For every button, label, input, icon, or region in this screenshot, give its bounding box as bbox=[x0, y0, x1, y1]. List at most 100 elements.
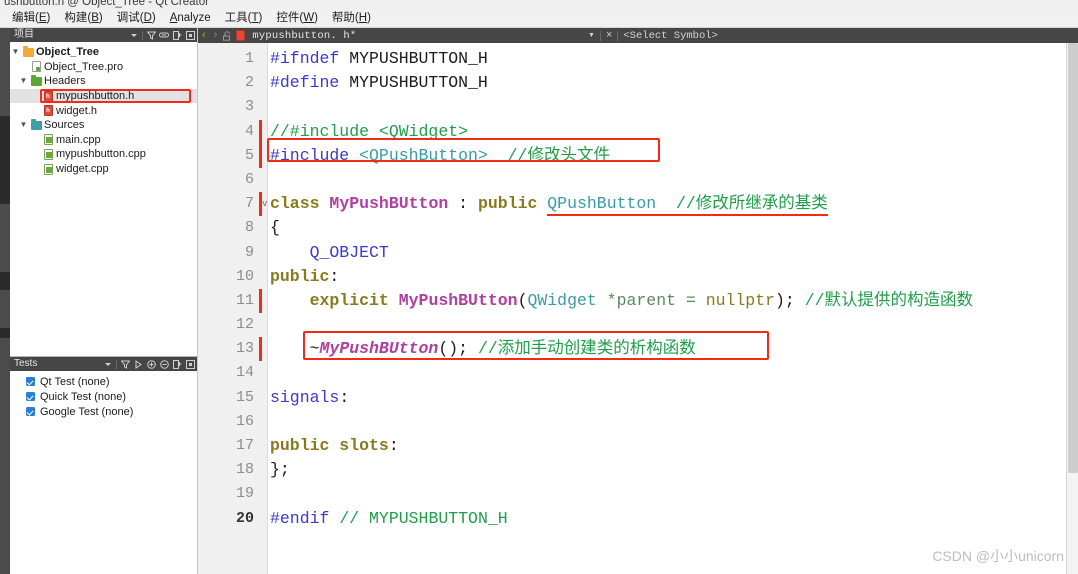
filter-icon[interactable] bbox=[120, 359, 130, 369]
run-tests-icon[interactable] bbox=[133, 359, 143, 369]
code-line-10[interactable]: 10 public: bbox=[198, 265, 1066, 289]
editor-tab-filename[interactable]: mypushbutton. h* bbox=[252, 30, 356, 42]
code-line-11[interactable]: 11 explicit MyPushBUtton(QWidget *parent… bbox=[198, 288, 1066, 314]
line-content: public: bbox=[270, 265, 339, 289]
token-comment: //修改头文件 bbox=[487, 145, 610, 165]
code-line-16[interactable]: 16 bbox=[198, 410, 1066, 434]
menu-item-t[interactable]: 工具(T) bbox=[218, 10, 270, 27]
tree-item-main-cpp[interactable]: main.cpp bbox=[10, 133, 197, 148]
code-line-6[interactable]: 6 bbox=[198, 168, 1066, 192]
close-panel-icon[interactable] bbox=[185, 30, 195, 40]
tree-item-object-tree-pro[interactable]: Object_Tree.pro bbox=[10, 60, 197, 75]
window-title: ushbutton.h @ Object_Tree - Qt Creator bbox=[4, 0, 209, 8]
code-line-2[interactable]: 2 #define MYPUSHBUTTON_H bbox=[198, 71, 1066, 95]
cpp-file-icon bbox=[43, 163, 53, 175]
unlocked-icon[interactable] bbox=[223, 30, 232, 41]
menu-item-w[interactable]: 控件(W) bbox=[269, 10, 325, 27]
line-number: 13 bbox=[235, 340, 254, 358]
expand-all-icon[interactable] bbox=[146, 359, 156, 369]
checkbox[interactable] bbox=[26, 407, 35, 416]
checkbox[interactable] bbox=[26, 377, 35, 386]
menu-item-h[interactable]: 帮助(H) bbox=[325, 10, 378, 27]
line-content: #include <QPushButton> //修改头文件 bbox=[270, 144, 610, 168]
test-item-qt[interactable]: Qt Test (none) bbox=[10, 374, 197, 389]
test-item-google[interactable]: Google Test (none) bbox=[10, 404, 197, 419]
token-keyword: public slots bbox=[270, 436, 389, 455]
line-number: 9 bbox=[244, 243, 254, 261]
editor-area: ‹ › mypushbutton. h* ▼ × <Select Symbol>… bbox=[198, 28, 1078, 574]
tree-item-object-tree[interactable]: ▼ Object_Tree bbox=[10, 45, 197, 60]
menu-item-b[interactable]: 构建(B) bbox=[57, 10, 109, 27]
line-content: Q_OBJECT bbox=[270, 242, 389, 262]
token-base-class: QPushButton bbox=[547, 194, 657, 217]
code-line-19[interactable]: 19 bbox=[198, 482, 1066, 506]
token-keyword: explicit bbox=[270, 290, 399, 310]
title-bar: ushbutton.h @ Object_Tree - Qt Creator bbox=[0, 0, 1078, 10]
menu-item-d[interactable]: 调试(D) bbox=[110, 10, 163, 27]
token-keyword: public bbox=[270, 266, 330, 286]
checkbox[interactable] bbox=[26, 392, 35, 401]
line-number: 12 bbox=[235, 316, 254, 334]
tree-item-sources[interactable]: ▼ Sources bbox=[10, 118, 197, 133]
mode-selector-strip[interactable] bbox=[0, 28, 10, 574]
token-keyword: public bbox=[477, 194, 548, 214]
split-icon[interactable] bbox=[172, 359, 182, 369]
tests-panel: Tests Qt Test (none) Quick Test (none) G… bbox=[10, 356, 198, 574]
code-line-9[interactable]: 9 Q_OBJECT bbox=[198, 241, 1066, 265]
tree-item-icon bbox=[29, 61, 43, 73]
code-line-13[interactable]: 13 ~MyPushBUtton(); //添加手动创建类的析构函数 bbox=[198, 337, 1066, 362]
code-line-5[interactable]: 5 #include <QPushButton> //修改头文件 bbox=[198, 143, 1066, 168]
tests-list[interactable]: Qt Test (none) Quick Test (none) Google Te… bbox=[10, 371, 197, 419]
split-icon[interactable] bbox=[172, 30, 182, 40]
tree-item-mypushbutton-h[interactable]: h mypushbutton.h bbox=[10, 88, 197, 104]
chevron-down-icon[interactable]: ▼ bbox=[18, 121, 29, 129]
chevron-down-icon[interactable]: ▼ bbox=[10, 48, 21, 56]
code-line-4[interactable]: 4 //#include <QWidget> bbox=[198, 119, 1066, 144]
code-line-3[interactable]: 3 bbox=[198, 95, 1066, 119]
menu-item-e[interactable]: 编辑(E) bbox=[5, 10, 57, 27]
dropdown-icon[interactable] bbox=[103, 359, 113, 369]
tests-panel-title: Tests bbox=[14, 358, 38, 369]
scrollbar-thumb[interactable] bbox=[1068, 43, 1078, 473]
line-number: 2 bbox=[244, 74, 254, 92]
line-content: #define MYPUSHBUTTON_H bbox=[270, 71, 488, 95]
collapse-all-icon[interactable] bbox=[159, 359, 169, 369]
close-document-button[interactable]: × bbox=[606, 30, 612, 41]
qt-creator-window: ushbutton.h @ Object_Tree - Qt Creator 编… bbox=[0, 0, 1078, 574]
menu-item-analyze[interactable]: Analyze bbox=[163, 10, 218, 27]
toolbar-separator bbox=[116, 359, 117, 369]
tree-item-headers[interactable]: ▼ Headers bbox=[10, 74, 197, 89]
link-icon[interactable] bbox=[159, 30, 169, 40]
code-editor[interactable]: 1 #ifndef MYPUSHBUTTON_H 2 #define MYPUS… bbox=[198, 43, 1078, 574]
tree-item-widget-cpp[interactable]: widget.cpp bbox=[10, 162, 197, 177]
navigate-forward-button[interactable]: › bbox=[212, 30, 220, 41]
token-punct: ( bbox=[517, 290, 528, 310]
code-line-18[interactable]: 18 }; bbox=[198, 458, 1066, 482]
filter-icon[interactable] bbox=[146, 30, 156, 40]
chevron-down-icon[interactable]: ▼ bbox=[18, 77, 29, 85]
line-number: 7 bbox=[244, 195, 254, 213]
pro-file-icon bbox=[31, 61, 41, 73]
line-content: { bbox=[270, 218, 280, 238]
tree-item-widget-h[interactable]: h widget.h bbox=[10, 103, 197, 118]
line-number: 8 bbox=[244, 219, 254, 237]
code-line-14[interactable]: 14 bbox=[198, 361, 1066, 385]
tree-item-mypushbutton-cpp[interactable]: mypushbutton.cpp bbox=[10, 147, 197, 162]
dropdown-icon[interactable] bbox=[129, 30, 139, 40]
code-line-15[interactable]: 15 signals: bbox=[198, 386, 1066, 410]
test-item-quick[interactable]: Quick Test (none) bbox=[10, 389, 197, 404]
folder-orange-icon bbox=[22, 45, 34, 57]
symbol-selector[interactable]: <Select Symbol> bbox=[623, 30, 718, 42]
code-line-12[interactable]: 12 bbox=[198, 313, 1066, 337]
code-line-1[interactable]: 1 #ifndef MYPUSHBUTTON_H bbox=[198, 47, 1066, 71]
code-line-17[interactable]: 17 public slots: bbox=[198, 434, 1066, 458]
code-line-8[interactable]: 8 { bbox=[198, 216, 1066, 240]
chevron-down-icon[interactable]: ▼ bbox=[588, 32, 595, 39]
editor-vertical-scrollbar[interactable] bbox=[1066, 43, 1078, 574]
tree-item-icon bbox=[29, 118, 43, 130]
close-panel-icon[interactable] bbox=[185, 359, 195, 369]
code-line-7[interactable]: 7 v class MyPushBUtton : public QPushBut… bbox=[198, 192, 1066, 217]
project-tree[interactable]: ▼ Object_Tree Object_Tree.pro ▼ Headers h mypu… bbox=[10, 42, 197, 176]
navigate-back-button[interactable]: ‹ bbox=[200, 30, 208, 41]
code-line-20[interactable]: 20 #endif // MYPUSHBUTTON_H bbox=[198, 507, 1066, 531]
